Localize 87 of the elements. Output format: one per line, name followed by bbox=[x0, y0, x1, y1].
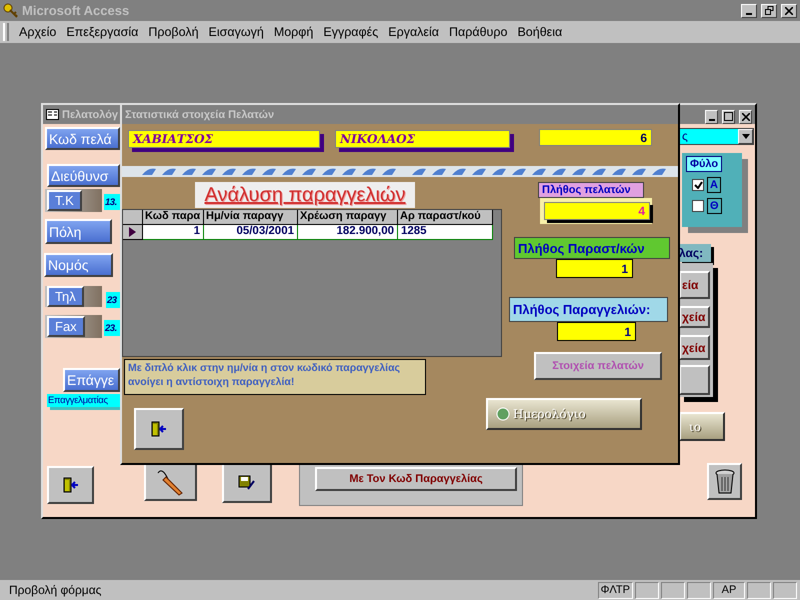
menu-item[interactable]: Βοήθεια bbox=[512, 25, 568, 39]
close-button[interactable] bbox=[781, 4, 797, 18]
menu-item[interactable]: Επεξεργασία bbox=[61, 25, 144, 39]
minimize-icon bbox=[708, 118, 714, 120]
save-button[interactable] bbox=[222, 463, 272, 503]
stat-value: 4 bbox=[544, 202, 650, 220]
checkbox[interactable] bbox=[692, 179, 704, 191]
menu-item[interactable]: Προβολή bbox=[143, 25, 204, 39]
section-label: λας: bbox=[679, 244, 711, 262]
table-cell: 182.900,00 bbox=[298, 225, 398, 240]
maximize-button[interactable] bbox=[722, 110, 735, 124]
side-button[interactable]: χεία bbox=[679, 306, 710, 328]
column-header[interactable]: Κωδ παρα bbox=[143, 210, 204, 225]
side-button[interactable] bbox=[679, 365, 710, 395]
option-label: Θ bbox=[707, 198, 722, 214]
field-value: 23 bbox=[106, 292, 120, 308]
form-icon bbox=[46, 109, 59, 120]
section-heading: Ανάλυση παραγγελιών bbox=[195, 182, 415, 208]
field-value: 23. bbox=[104, 320, 120, 336]
field-label: Επάγγε bbox=[63, 368, 120, 392]
window-title: Πελατολόγ bbox=[62, 108, 118, 120]
toolbar-grip[interactable] bbox=[3, 23, 9, 41]
status-text: Προβολή φόρμας bbox=[8, 583, 102, 597]
menu-item[interactable]: Μορφή bbox=[268, 25, 318, 39]
checkbox[interactable] bbox=[692, 200, 704, 212]
table-cell: 05/03/2001 bbox=[204, 225, 298, 240]
close-icon bbox=[785, 6, 793, 14]
stat-label: Πλήθος Παραγγελιών: bbox=[509, 297, 668, 322]
field-label: Διεύθυνσ bbox=[47, 164, 120, 187]
dropdown-arrow-icon bbox=[742, 134, 750, 139]
dropdown-field[interactable]: ς bbox=[679, 128, 754, 145]
exit-door-icon bbox=[150, 420, 168, 438]
status-indicator: ΦΛΤΡ bbox=[598, 582, 633, 598]
maximize-icon bbox=[724, 112, 733, 121]
menu-item[interactable]: Εργαλεία bbox=[383, 25, 444, 39]
minimize-icon bbox=[746, 12, 752, 14]
close-icon bbox=[742, 112, 750, 120]
field-label: Τ.Κ bbox=[47, 190, 82, 211]
order-code-button[interactable]: Με Τον Κωδ Παραγγελίας bbox=[315, 467, 517, 491]
column-header[interactable]: Χρέωση παραγγ bbox=[298, 210, 398, 225]
menu-item[interactable]: Εισαγωγή bbox=[204, 25, 269, 39]
key-icon bbox=[3, 2, 19, 18]
minimize-button[interactable] bbox=[741, 4, 757, 18]
close-button[interactable] bbox=[739, 110, 752, 124]
status-indicator: ΑΡ bbox=[713, 582, 745, 598]
restore-icon bbox=[764, 6, 774, 15]
field-label: Fax bbox=[47, 316, 85, 337]
menu-item[interactable]: Εγγραφές bbox=[318, 25, 384, 39]
exit-button[interactable] bbox=[47, 466, 94, 504]
checkmark-icon bbox=[694, 181, 702, 189]
menu-item[interactable]: Παράθυρο bbox=[444, 25, 512, 39]
table-cell: 1 bbox=[143, 225, 204, 240]
field-value: 13. bbox=[104, 194, 120, 210]
column-header[interactable]: Ημ/νία παραγγ bbox=[204, 210, 298, 225]
trash-can-icon bbox=[714, 468, 736, 496]
column-header[interactable]: Αρ παραστ/κού bbox=[398, 210, 493, 225]
stat-value: 1 bbox=[557, 322, 636, 341]
dropdown-button[interactable] bbox=[738, 129, 753, 144]
field-value: Επαγγελματίας bbox=[47, 394, 120, 407]
field-label: Πόλη bbox=[45, 219, 112, 244]
field-label: Τηλ bbox=[47, 286, 84, 307]
window-title: Στατιστικά στοιχεία Πελατών bbox=[125, 108, 274, 120]
table-cell: 1285 bbox=[398, 225, 493, 240]
floppy-disk-icon bbox=[238, 475, 256, 491]
field-label: Νομός bbox=[44, 253, 113, 277]
hint-text: Με διπλό κλικ στην ημ/νία η στον κωδικό παραγγελίας ανοίγει η αντίστοιχη παραγγελία! bbox=[124, 359, 426, 395]
side-button[interactable]: χεία bbox=[679, 335, 710, 360]
delete-button[interactable] bbox=[707, 463, 742, 500]
field-label: Κωδ πελά bbox=[45, 127, 120, 150]
option-label: Α bbox=[707, 177, 721, 193]
edit-button[interactable] bbox=[144, 463, 197, 501]
stat-value: 1 bbox=[556, 259, 633, 278]
customer-code-field[interactable]: 6 bbox=[539, 129, 652, 146]
exit-button[interactable] bbox=[134, 408, 184, 450]
stat-label: Πλήθος πελατών bbox=[538, 182, 644, 198]
stat-label: Πλήθος Παραστ/κών bbox=[514, 237, 670, 259]
current-record-icon bbox=[129, 227, 136, 237]
side-button[interactable]: εία bbox=[679, 271, 710, 299]
exit-door-icon bbox=[62, 476, 80, 494]
globe-icon bbox=[496, 407, 510, 421]
menu-item[interactable]: Αρχείο bbox=[14, 25, 62, 39]
minimize-button[interactable] bbox=[705, 110, 718, 124]
record-selector[interactable] bbox=[123, 225, 143, 240]
select-all-cell[interactable] bbox=[123, 210, 143, 225]
group-title: Φύλο bbox=[686, 156, 722, 172]
window-title: Microsoft Access bbox=[22, 3, 130, 18]
restore-button[interactable] bbox=[761, 4, 777, 18]
